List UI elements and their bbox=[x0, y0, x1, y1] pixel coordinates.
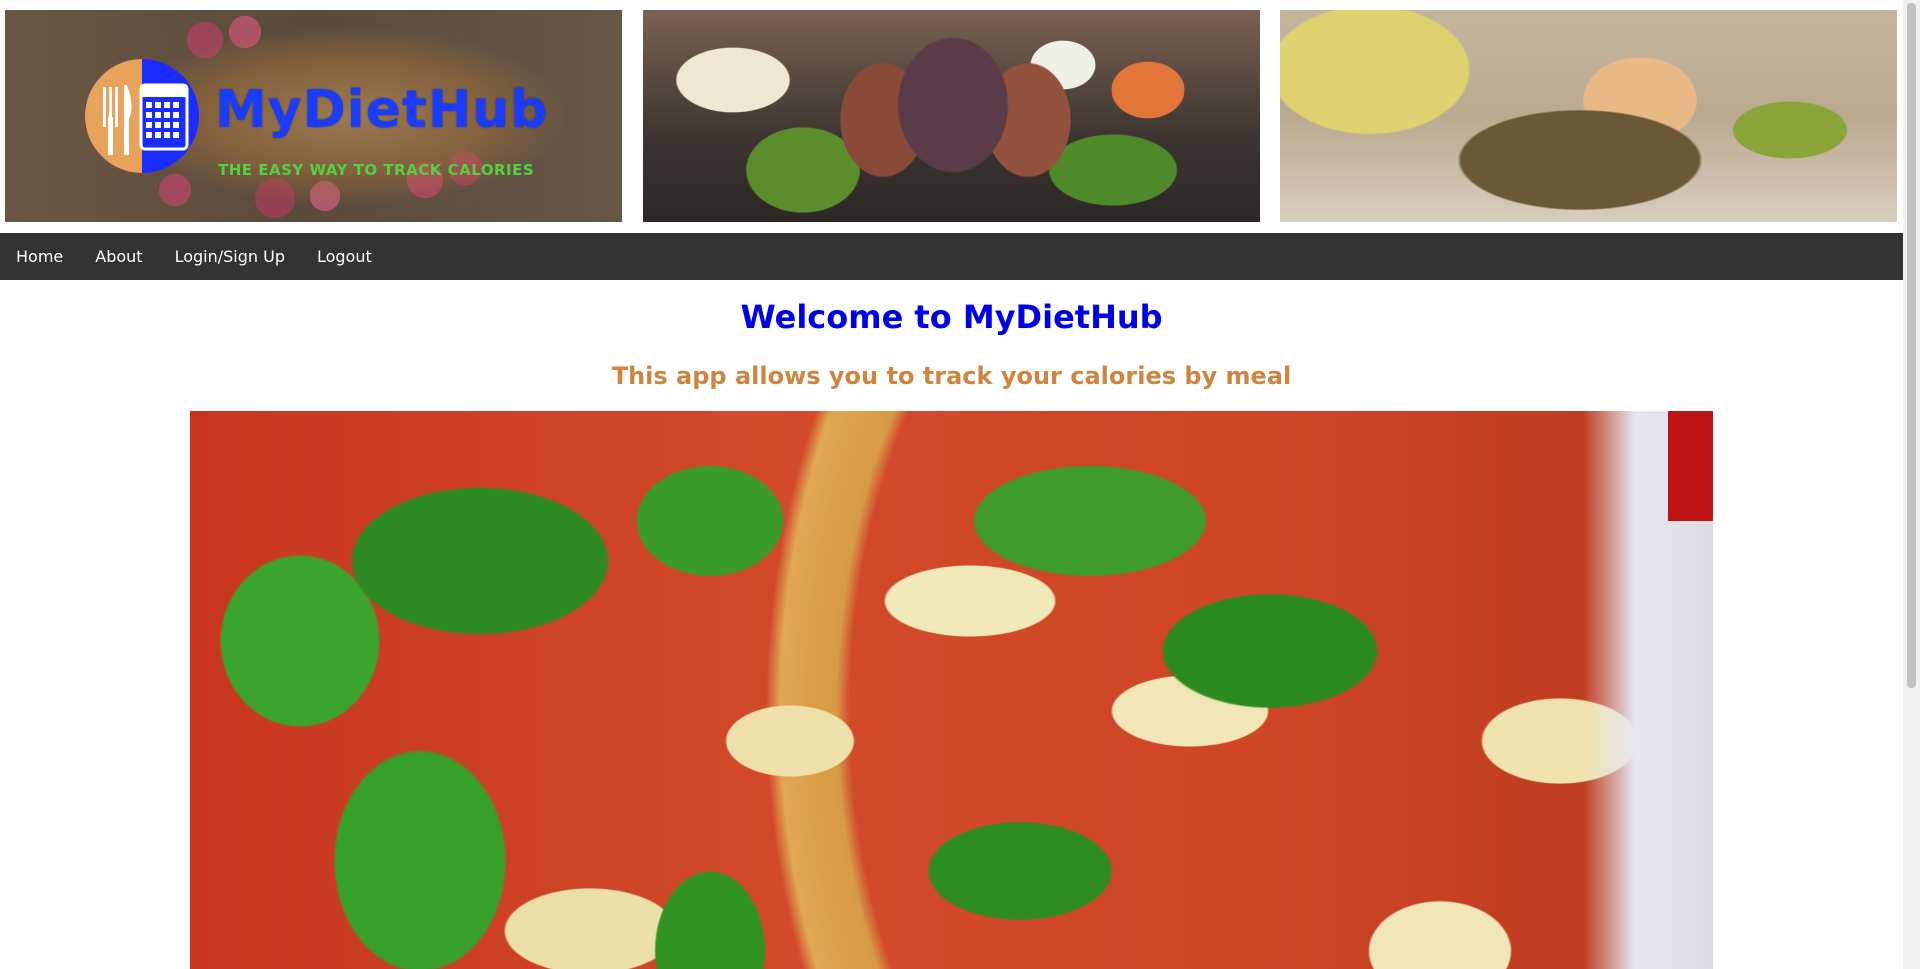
nav-home[interactable]: Home bbox=[0, 233, 79, 280]
banner-image-fish bbox=[1280, 10, 1897, 222]
logo-title: MyDietHub bbox=[215, 80, 549, 140]
main-nav: Home About Login/Sign Up Logout bbox=[0, 233, 1903, 280]
nav-login-signup[interactable]: Login/Sign Up bbox=[159, 233, 301, 280]
nav-about[interactable]: About bbox=[79, 233, 158, 280]
hero-image-pizza bbox=[190, 411, 1713, 969]
nav-logout[interactable]: Logout bbox=[301, 233, 388, 280]
logo-icon bbox=[85, 59, 199, 173]
vertical-scrollbar[interactable] bbox=[1903, 0, 1920, 969]
page-title: Welcome to MyDietHub bbox=[740, 298, 1163, 336]
scrollbar-thumb[interactable] bbox=[1907, 3, 1916, 688]
logo-tagline: THE EASY WAY TO TRACK CALORIES bbox=[218, 161, 535, 179]
banner-image-pancakes: MyDietHub THE EASY WAY TO TRACK CALORIES bbox=[5, 10, 622, 222]
page-subtitle: This app allows you to track your calori… bbox=[611, 362, 1292, 390]
header-banner: MyDietHub THE EASY WAY TO TRACK CALORIES bbox=[0, 0, 1903, 233]
banner-image-salad bbox=[643, 10, 1260, 222]
